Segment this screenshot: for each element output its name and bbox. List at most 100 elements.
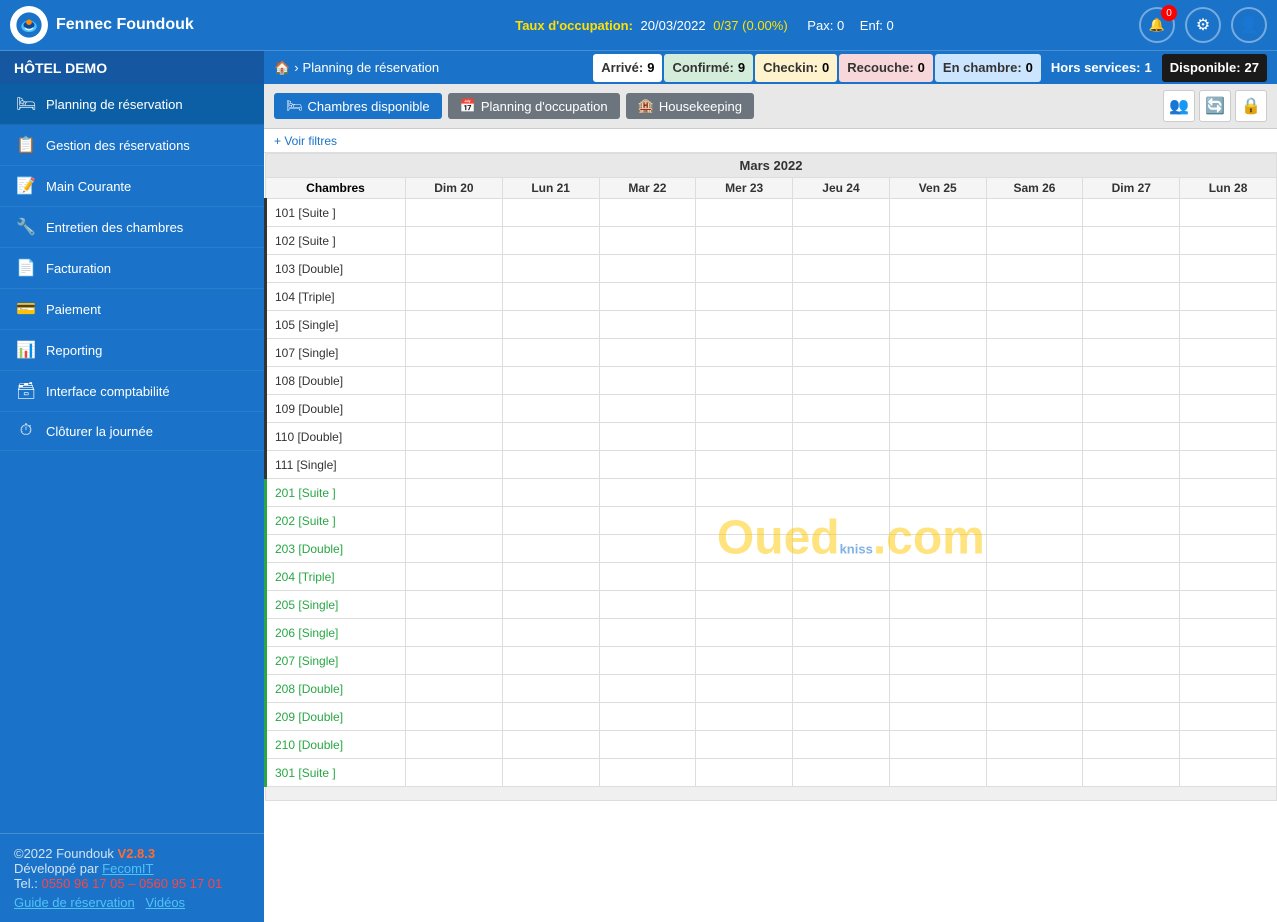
cell-2-2[interactable] [599, 255, 696, 283]
cell-9-8[interactable] [1180, 451, 1277, 479]
cell-0-4[interactable] [793, 199, 890, 227]
cell-3-6[interactable] [986, 283, 1083, 311]
cell-12-4[interactable] [793, 535, 890, 563]
cell-5-3[interactable] [696, 339, 793, 367]
cell-11-2[interactable] [599, 507, 696, 535]
cell-1-8[interactable] [1180, 227, 1277, 255]
cell-15-3[interactable] [696, 619, 793, 647]
cell-17-0[interactable] [406, 675, 503, 703]
footer-guide-link[interactable]: Guide de réservation [14, 895, 135, 910]
cell-9-5[interactable] [889, 451, 986, 479]
footer-dev-link[interactable]: FecomIT [102, 861, 153, 876]
cell-0-5[interactable] [889, 199, 986, 227]
cell-5-8[interactable] [1180, 339, 1277, 367]
room-label-17[interactable]: 208 [Double] [266, 675, 406, 703]
cell-15-7[interactable] [1083, 619, 1180, 647]
cell-19-6[interactable] [986, 731, 1083, 759]
cell-20-2[interactable] [599, 759, 696, 787]
cell-4-7[interactable] [1083, 311, 1180, 339]
cell-4-3[interactable] [696, 311, 793, 339]
room-label-0[interactable]: 101 [Suite ] [266, 199, 406, 227]
sidebar-item-5[interactable]: 💳Paiement [0, 289, 264, 330]
cell-11-7[interactable] [1083, 507, 1180, 535]
cell-8-2[interactable] [599, 423, 696, 451]
cell-18-1[interactable] [502, 703, 599, 731]
cell-20-8[interactable] [1180, 759, 1277, 787]
notification-button[interactable]: 🔔 0 [1139, 7, 1175, 43]
cell-5-4[interactable] [793, 339, 890, 367]
cell-13-2[interactable] [599, 563, 696, 591]
cell-14-6[interactable] [986, 591, 1083, 619]
cell-0-0[interactable] [406, 199, 503, 227]
room-label-14[interactable]: 205 [Single] [266, 591, 406, 619]
cell-13-4[interactable] [793, 563, 890, 591]
cell-17-5[interactable] [889, 675, 986, 703]
cell-2-8[interactable] [1180, 255, 1277, 283]
cell-0-3[interactable] [696, 199, 793, 227]
cell-20-0[interactable] [406, 759, 503, 787]
cell-6-4[interactable] [793, 367, 890, 395]
sidebar-item-7[interactable]: 🗃Interface comptabilité [0, 371, 264, 412]
cell-10-1[interactable] [502, 479, 599, 507]
room-label-8[interactable]: 110 [Double] [266, 423, 406, 451]
cell-13-3[interactable] [696, 563, 793, 591]
cell-8-1[interactable] [502, 423, 599, 451]
cell-1-1[interactable] [502, 227, 599, 255]
cell-7-7[interactable] [1083, 395, 1180, 423]
cell-7-1[interactable] [502, 395, 599, 423]
cell-7-2[interactable] [599, 395, 696, 423]
cell-18-7[interactable] [1083, 703, 1180, 731]
cell-18-0[interactable] [406, 703, 503, 731]
cell-18-6[interactable] [986, 703, 1083, 731]
cell-8-7[interactable] [1083, 423, 1180, 451]
cell-13-7[interactable] [1083, 563, 1180, 591]
cell-9-2[interactable] [599, 451, 696, 479]
lock-button[interactable]: 🔒 [1235, 90, 1267, 122]
cell-20-7[interactable] [1083, 759, 1180, 787]
cell-4-5[interactable] [889, 311, 986, 339]
cell-7-3[interactable] [696, 395, 793, 423]
cell-0-2[interactable] [599, 199, 696, 227]
cell-13-6[interactable] [986, 563, 1083, 591]
room-label-19[interactable]: 210 [Double] [266, 731, 406, 759]
cell-3-4[interactable] [793, 283, 890, 311]
cell-19-3[interactable] [696, 731, 793, 759]
cell-8-4[interactable] [793, 423, 890, 451]
settings-button[interactable]: ⚙ [1185, 7, 1221, 43]
cell-8-3[interactable] [696, 423, 793, 451]
room-label-2[interactable]: 103 [Double] [266, 255, 406, 283]
cell-9-1[interactable] [502, 451, 599, 479]
cell-12-3[interactable] [696, 535, 793, 563]
sidebar-item-2[interactable]: 📝Main Courante [0, 166, 264, 207]
cell-16-6[interactable] [986, 647, 1083, 675]
cell-15-5[interactable] [889, 619, 986, 647]
cell-17-2[interactable] [599, 675, 696, 703]
cell-20-4[interactable] [793, 759, 890, 787]
cell-2-7[interactable] [1083, 255, 1180, 283]
cell-11-1[interactable] [502, 507, 599, 535]
cell-4-6[interactable] [986, 311, 1083, 339]
cell-5-6[interactable] [986, 339, 1083, 367]
cell-1-7[interactable] [1083, 227, 1180, 255]
cell-16-7[interactable] [1083, 647, 1180, 675]
chambres-disponible-button[interactable]: 🛏 Chambres disponible [274, 93, 442, 119]
cell-1-6[interactable] [986, 227, 1083, 255]
room-label-1[interactable]: 102 [Suite ] [266, 227, 406, 255]
cell-17-1[interactable] [502, 675, 599, 703]
cell-12-2[interactable] [599, 535, 696, 563]
cell-0-6[interactable] [986, 199, 1083, 227]
user-button[interactable]: 👤 [1231, 7, 1267, 43]
sidebar-item-6[interactable]: 📊Reporting [0, 330, 264, 371]
room-label-20[interactable]: 301 [Suite ] [266, 759, 406, 787]
cell-0-7[interactable] [1083, 199, 1180, 227]
cell-18-5[interactable] [889, 703, 986, 731]
cell-19-4[interactable] [793, 731, 890, 759]
cell-6-2[interactable] [599, 367, 696, 395]
cell-1-4[interactable] [793, 227, 890, 255]
cell-14-0[interactable] [406, 591, 503, 619]
cell-11-8[interactable] [1180, 507, 1277, 535]
cell-2-1[interactable] [502, 255, 599, 283]
cell-1-2[interactable] [599, 227, 696, 255]
cell-16-8[interactable] [1180, 647, 1277, 675]
sidebar-item-3[interactable]: 🔧Entretien des chambres [0, 207, 264, 248]
